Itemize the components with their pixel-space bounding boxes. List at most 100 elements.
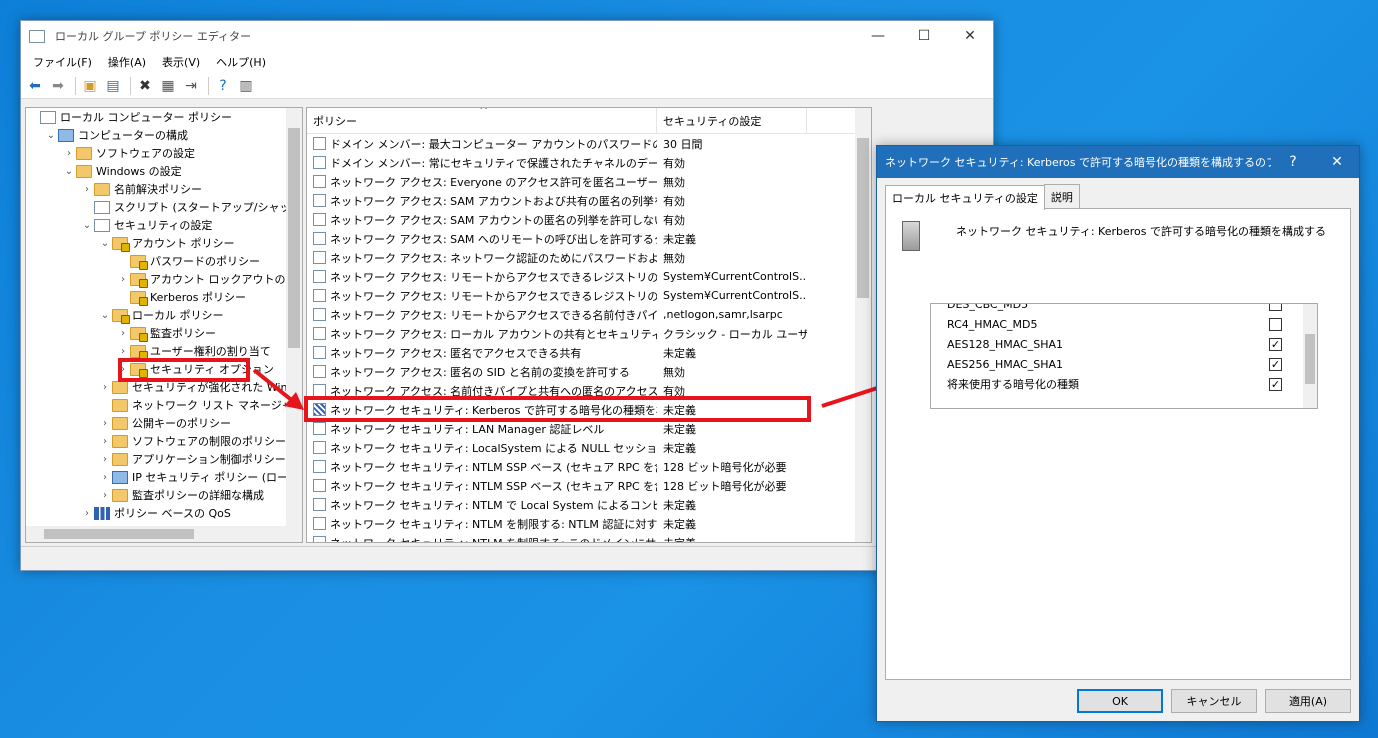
expand-icon[interactable]: › bbox=[116, 328, 130, 339]
expand-icon[interactable]: ⌄ bbox=[44, 130, 58, 141]
close-button[interactable]: ✕ bbox=[947, 21, 993, 51]
export-icon[interactable]: ⇥ bbox=[181, 76, 201, 96]
expand-icon[interactable]: › bbox=[98, 454, 112, 465]
minimize-button[interactable]: — bbox=[855, 21, 901, 51]
table-row[interactable]: ネットワーク アクセス: ローカル アカウントの共有とセキュリティ モデルクラシ… bbox=[307, 324, 871, 343]
menu-bar: ファイル(F) 操作(A) 表示(V) ヘルプ(H) bbox=[21, 51, 993, 73]
tree-item[interactable]: › ソフトウェアの設定 bbox=[26, 144, 302, 162]
table-row[interactable]: ネットワーク セキュリティ: NTLM を制限する: このドメインにサーバーの.… bbox=[307, 533, 871, 542]
tree-vertical-scrollbar[interactable] bbox=[286, 108, 302, 542]
expand-icon[interactable]: › bbox=[98, 436, 112, 447]
tree-item[interactable]: › 監査ポリシー bbox=[26, 324, 302, 342]
expand-icon[interactable]: › bbox=[116, 346, 130, 357]
table-row[interactable]: ネットワーク アクセス: 匿名の SID と名前の変換を許可する 無効 bbox=[307, 362, 871, 381]
table-row[interactable]: ネットワーク アクセス: SAM アカウントの匿名の列挙を許可しない 有効 bbox=[307, 210, 871, 229]
option-checkbox[interactable] bbox=[1269, 317, 1282, 331]
table-row[interactable]: ネットワーク セキュリティ: NTLM SSP ベース (セキュア RPC を含… bbox=[307, 457, 871, 476]
up-folder-icon[interactable]: ▣ bbox=[80, 76, 100, 96]
forward-icon[interactable]: ➡ bbox=[48, 76, 68, 96]
column-setting[interactable]: セキュリティの設定 bbox=[657, 108, 807, 133]
expand-icon[interactable]: ⌄ bbox=[98, 310, 112, 321]
table-row[interactable]: ドメイン メンバー: 最大コンピューター アカウントのパスワードの有効期間 30 … bbox=[307, 134, 871, 153]
tree-item[interactable]: › IP セキュリティ ポリシー (ローカル コ bbox=[26, 468, 302, 486]
table-row[interactable]: ネットワーク セキュリティ: NTLM SSP ベース (セキュア RPC を含… bbox=[307, 476, 871, 495]
tree-item[interactable]: › 名前解決ポリシー bbox=[26, 180, 302, 198]
tree-item[interactable]: › ポリシー ベースの QoS bbox=[26, 504, 302, 522]
help-icon[interactable]: ? bbox=[213, 76, 233, 96]
list-vertical-scrollbar[interactable] bbox=[855, 108, 871, 542]
table-row[interactable]: ネットワーク アクセス: SAM アカウントおよび共有の匿名の列挙を許... 有効 bbox=[307, 191, 871, 210]
encryption-option[interactable]: AES256_HMAC_SHA1 ✓ bbox=[931, 354, 1317, 374]
tree-item[interactable]: › ソフトウェアの制限のポリシー bbox=[26, 432, 302, 450]
table-row[interactable]: ドメイン メンバー: 常にセキュリティで保護されたチャネルのデータをデジ... 有… bbox=[307, 153, 871, 172]
table-row[interactable]: ネットワーク アクセス: SAM へのリモートの呼び出しを許可するクライ... 未… bbox=[307, 229, 871, 248]
menu-help[interactable]: ヘルプ(H) bbox=[208, 54, 274, 70]
menu-action[interactable]: 操作(A) bbox=[100, 54, 154, 70]
expand-icon[interactable]: › bbox=[80, 184, 94, 195]
ok-button[interactable]: OK bbox=[1077, 689, 1163, 713]
table-row[interactable]: ネットワーク アクセス: リモートからアクセスできるレジストリのパスおよび...… bbox=[307, 286, 871, 305]
tree-item[interactable]: › アカウント ロックアウトのポリシー bbox=[26, 270, 302, 288]
table-row[interactable]: ネットワーク アクセス: リモートからアクセスできる名前付きパイプ ,netlog… bbox=[307, 305, 871, 324]
expand-icon[interactable]: › bbox=[98, 382, 112, 393]
policy-name: ネットワーク セキュリティ: LocalSystem による NULL セッショ… bbox=[330, 441, 657, 455]
tree-item[interactable]: パスワードのポリシー bbox=[26, 252, 302, 270]
tab-local-security-setting[interactable]: ローカル セキュリティの設定 bbox=[885, 185, 1045, 210]
tree-item[interactable]: スクリプト (スタートアップ/シャットダウン) bbox=[26, 198, 302, 216]
encryption-option[interactable]: RC4_HMAC_MD5 bbox=[931, 314, 1317, 334]
table-row[interactable]: ネットワーク アクセス: Everyone のアクセス許可を匿名ユーザーに適..… bbox=[307, 172, 871, 191]
option-checkbox[interactable] bbox=[1269, 304, 1282, 311]
view-icon[interactable]: ▥ bbox=[236, 76, 256, 96]
dialog-close-button[interactable]: ✕ bbox=[1315, 154, 1359, 170]
expand-icon[interactable]: › bbox=[98, 472, 112, 483]
show-tree-icon[interactable]: ▤ bbox=[103, 76, 123, 96]
encryption-option[interactable]: 将来使用する暗号化の種類 ✓ bbox=[931, 374, 1317, 394]
menu-view[interactable]: 表示(V) bbox=[154, 54, 208, 70]
delete-icon[interactable]: ✖ bbox=[135, 76, 155, 96]
option-checkbox[interactable]: ✓ bbox=[1269, 377, 1282, 391]
encryption-option[interactable]: DES_CBC_MD5 bbox=[931, 304, 1317, 314]
menu-file[interactable]: ファイル(F) bbox=[25, 54, 100, 70]
expand-icon[interactable]: › bbox=[80, 508, 94, 519]
tab-explain[interactable]: 説明 bbox=[1043, 184, 1080, 209]
table-row[interactable]: ネットワーク セキュリティ: LocalSystem による NULL セッショ… bbox=[307, 438, 871, 457]
expand-icon[interactable]: › bbox=[98, 490, 112, 501]
tree-item-label: 監査ポリシーの詳細な構成 bbox=[132, 489, 264, 502]
back-icon[interactable]: ⬅ bbox=[25, 76, 45, 96]
option-checkbox[interactable]: ✓ bbox=[1269, 357, 1282, 371]
properties-icon[interactable]: ▦ bbox=[158, 76, 178, 96]
option-checkbox[interactable]: ✓ bbox=[1269, 337, 1282, 351]
table-row[interactable]: ネットワーク アクセス: 匿名でアクセスできる共有 未定義 bbox=[307, 343, 871, 362]
apply-button[interactable]: 適用(A) bbox=[1265, 689, 1351, 713]
expand-icon[interactable]: › bbox=[116, 274, 130, 285]
tree-item[interactable]: › 監査ポリシーの詳細な構成 bbox=[26, 486, 302, 504]
tree-item[interactable]: ローカル コンピューター ポリシー bbox=[26, 108, 302, 126]
server-icon bbox=[902, 221, 920, 251]
table-row[interactable]: ネットワーク セキュリティ: NTLM を制限する: NTLM 認証に対するリ.… bbox=[307, 514, 871, 533]
tree-item[interactable]: ⌄ アカウント ポリシー bbox=[26, 234, 302, 252]
tree-item-label: ローカル コンピューター ポリシー bbox=[60, 111, 232, 124]
table-row[interactable]: ネットワーク アクセス: リモートからアクセスできるレジストリのパス System… bbox=[307, 267, 871, 286]
tree-item[interactable]: › 公開キーのポリシー bbox=[26, 414, 302, 432]
expand-icon[interactable]: › bbox=[98, 418, 112, 429]
tree-item-label: コンピューターの構成 bbox=[78, 129, 188, 142]
tree-item[interactable]: ⌄ Windows の設定 bbox=[26, 162, 302, 180]
cancel-button[interactable]: キャンセル bbox=[1171, 689, 1257, 713]
table-row[interactable]: ネットワーク アクセス: ネットワーク認証のためにパスワードおよび資格... 無効 bbox=[307, 248, 871, 267]
tree-item[interactable]: ⌄ セキュリティの設定 bbox=[26, 216, 302, 234]
expand-icon[interactable]: ⌄ bbox=[98, 238, 112, 249]
table-row[interactable]: ネットワーク セキュリティ: NTLM で Local System によるコン… bbox=[307, 495, 871, 514]
tree-item-label: アプリケーション制御ポリシー bbox=[132, 453, 286, 466]
encryption-option[interactable]: AES128_HMAC_SHA1 ✓ bbox=[931, 334, 1317, 354]
tree-item[interactable]: ⌄ コンピューターの構成 bbox=[26, 126, 302, 144]
expand-icon[interactable]: ⌄ bbox=[62, 166, 76, 177]
tree-item[interactable]: Kerberos ポリシー bbox=[26, 288, 302, 306]
expand-icon[interactable]: ⌄ bbox=[80, 220, 94, 231]
maximize-button[interactable]: ☐ bbox=[901, 21, 947, 51]
tree-horizontal-scrollbar[interactable] bbox=[26, 526, 302, 542]
tree-item[interactable]: ⌄ ローカル ポリシー bbox=[26, 306, 302, 324]
tree-item[interactable]: › アプリケーション制御ポリシー bbox=[26, 450, 302, 468]
expand-icon[interactable]: › bbox=[62, 148, 76, 159]
options-scrollbar[interactable] bbox=[1303, 304, 1317, 408]
help-button[interactable]: ? bbox=[1271, 154, 1315, 170]
